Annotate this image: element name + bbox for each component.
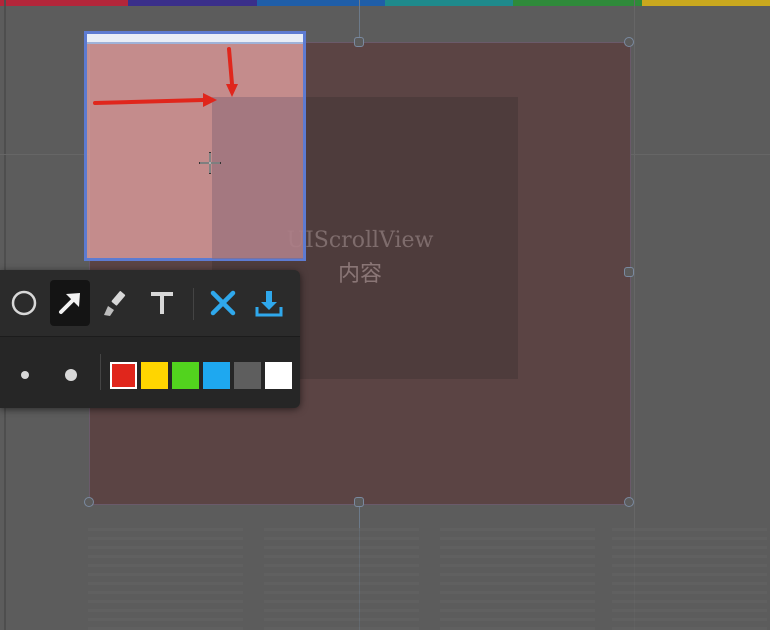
color-swatch[interactable] <box>110 362 137 389</box>
background-ghost-text <box>88 528 243 630</box>
circle-outline-icon <box>11 290 37 316</box>
toolbar-separator <box>100 354 101 390</box>
background-ghost-text <box>440 528 595 630</box>
paintbrush-icon <box>104 291 126 316</box>
vertical-arrow-head <box>226 84 238 97</box>
save-button[interactable] <box>249 280 289 326</box>
color-swatch[interactable] <box>141 362 168 389</box>
close-x-icon <box>210 290 236 316</box>
background-ghost-text <box>612 528 767 630</box>
tool-row <box>0 270 300 336</box>
annotation-arrows <box>93 47 238 107</box>
crosshair-cursor-icon <box>199 152 221 174</box>
size-medium-button[interactable] <box>65 369 77 381</box>
color-swatch[interactable] <box>203 362 230 389</box>
annotation-toolbar <box>0 270 300 408</box>
text-tool-button[interactable] <box>142 280 182 326</box>
horizontal-arrow <box>93 98 205 105</box>
resize-handle-top-right[interactable] <box>624 37 634 47</box>
horizontal-arrow-head <box>203 93 217 107</box>
resize-handle-bottom-right[interactable] <box>624 497 634 507</box>
top-color-bar <box>0 0 770 6</box>
toolbar-separator <box>193 288 194 320</box>
color-swatch[interactable] <box>234 362 261 389</box>
capture-selection[interactable] <box>84 31 306 261</box>
resize-handle-bottom[interactable] <box>354 497 364 507</box>
brush-tool-button[interactable] <box>96 280 136 326</box>
resize-handle-right[interactable] <box>624 267 634 277</box>
background-ghost-text <box>264 528 419 630</box>
arrow-up-right-icon <box>59 293 80 314</box>
size-small-button[interactable] <box>21 371 29 379</box>
download-icon <box>255 291 283 317</box>
ellipse-tool-button[interactable] <box>4 280 44 326</box>
color-swatch[interactable] <box>172 362 199 389</box>
text-t-icon <box>151 292 173 314</box>
resize-handle-top[interactable] <box>354 37 364 47</box>
resize-handle-bottom-left[interactable] <box>84 497 94 507</box>
cancel-button[interactable] <box>203 280 243 326</box>
arrow-tool-button[interactable] <box>50 280 90 326</box>
vertical-arrow <box>227 47 234 86</box>
color-swatch[interactable] <box>265 362 292 389</box>
